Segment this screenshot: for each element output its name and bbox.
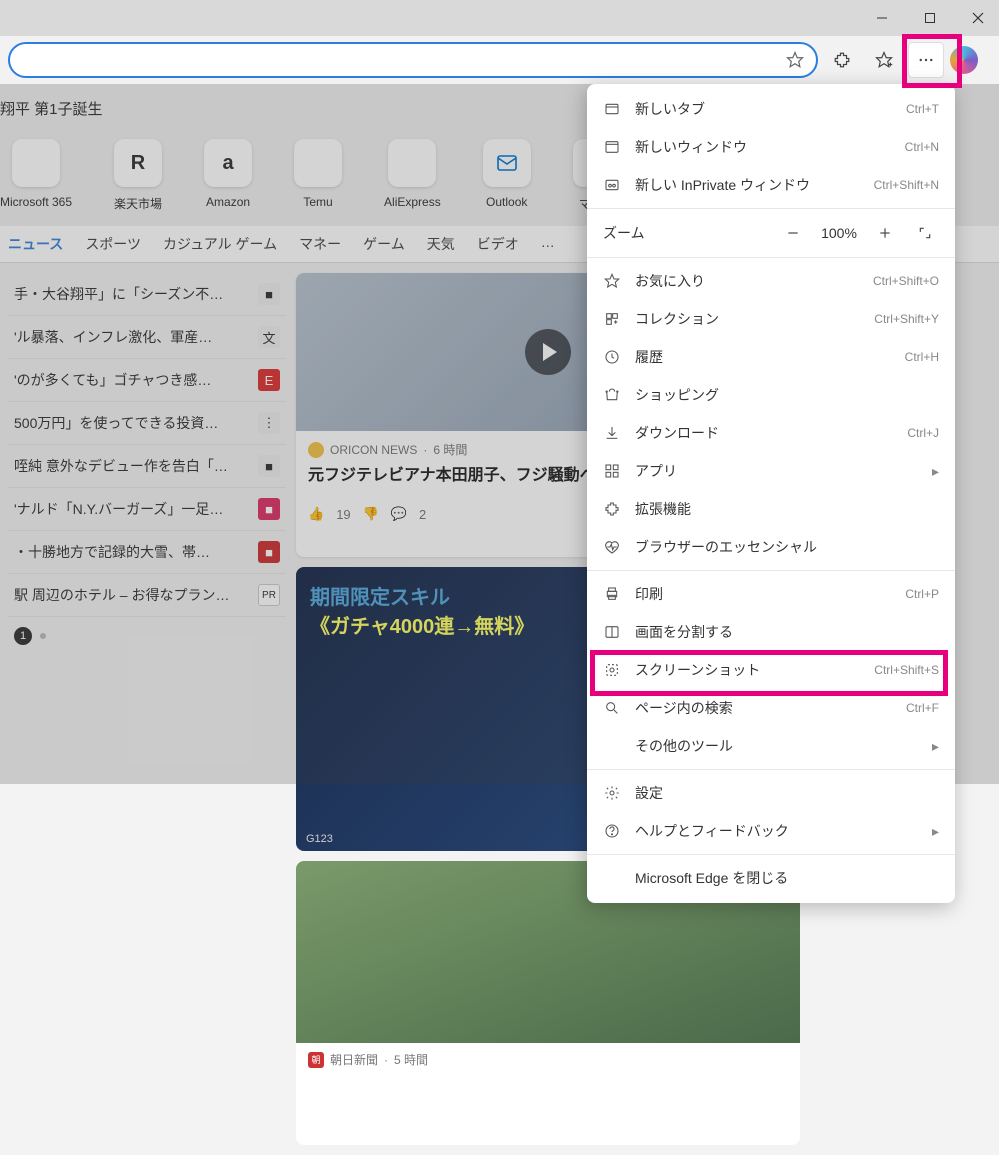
menu-label: 拡張機能 bbox=[635, 499, 691, 519]
menu-help[interactable]: ヘルプとフィードバック ▸ bbox=[587, 812, 955, 850]
menu-shortcut: Ctrl+Shift+O bbox=[873, 274, 939, 288]
source-name: 朝日新聞 bbox=[330, 1051, 378, 1068]
blank-icon bbox=[603, 737, 621, 755]
menu-label: コレクション bbox=[635, 309, 719, 329]
gear-icon bbox=[603, 784, 621, 802]
menu-collections[interactable]: コレクション Ctrl+Shift+Y bbox=[587, 300, 955, 338]
menu-apps[interactable]: アプリ ▸ bbox=[587, 452, 955, 490]
menu-label: アプリ bbox=[635, 461, 677, 481]
menu-favorites[interactable]: お気に入り Ctrl+Shift+O bbox=[587, 262, 955, 300]
menu-new-window[interactable]: 新しいウィンドウ Ctrl+N bbox=[587, 128, 955, 166]
menu-label: 画面を分割する bbox=[635, 622, 733, 642]
menu-separator bbox=[587, 854, 955, 855]
menu-label: Microsoft Edge を閉じる bbox=[635, 868, 788, 888]
menu-shortcut: Ctrl+F bbox=[906, 701, 939, 715]
print-icon bbox=[603, 585, 621, 603]
toolbar bbox=[0, 36, 999, 84]
menu-label: 履歴 bbox=[635, 347, 663, 367]
menu-shopping[interactable]: ショッピング bbox=[587, 376, 955, 414]
collections-icon bbox=[603, 310, 621, 328]
star-icon bbox=[603, 272, 621, 290]
card-age: 5 時間 bbox=[394, 1051, 428, 1068]
menu-label: ショッピング bbox=[635, 385, 719, 405]
annotation-highlight-more bbox=[902, 34, 962, 88]
menu-extensions[interactable]: 拡張機能 bbox=[587, 490, 955, 528]
menu-shortcut: Ctrl+H bbox=[905, 350, 939, 364]
menu-downloads[interactable]: ダウンロード Ctrl+J bbox=[587, 414, 955, 452]
shopping-icon bbox=[603, 386, 621, 404]
asahi-icon: 朝 bbox=[308, 1052, 324, 1068]
menu-history[interactable]: 履歴 Ctrl+H bbox=[587, 338, 955, 376]
menu-label: ダウンロード bbox=[635, 423, 719, 443]
zoom-label: ズーム bbox=[603, 223, 645, 243]
menu-label: ブラウザーのエッセンシャル bbox=[635, 537, 817, 557]
favorite-star-icon[interactable] bbox=[786, 51, 804, 69]
annotation-highlight-settings bbox=[590, 650, 948, 696]
menu-shortcut: Ctrl+N bbox=[905, 140, 939, 154]
menu-label: ページ内の検索 bbox=[635, 698, 733, 718]
history-icon bbox=[603, 348, 621, 366]
address-bar[interactable] bbox=[8, 42, 818, 78]
blank-icon bbox=[603, 869, 621, 887]
favorites-toolbar-icon[interactable] bbox=[866, 42, 902, 78]
menu-close-edge[interactable]: Microsoft Edge を閉じる bbox=[587, 859, 955, 897]
menu-new-inprivate[interactable]: 新しい InPrivate ウィンドウ Ctrl+Shift+N bbox=[587, 166, 955, 204]
new-tab-icon bbox=[603, 100, 621, 118]
chevron-right-icon: ▸ bbox=[932, 823, 939, 840]
search-icon bbox=[603, 699, 621, 717]
heart-pulse-icon bbox=[603, 538, 621, 556]
menu-shortcut: Ctrl+J bbox=[907, 426, 939, 440]
split-icon bbox=[603, 623, 621, 641]
menu-shortcut: Ctrl+Shift+N bbox=[874, 178, 939, 192]
extensions-icon[interactable] bbox=[824, 42, 860, 78]
close-window-button[interactable] bbox=[963, 3, 993, 33]
menu-separator bbox=[587, 208, 955, 209]
puzzle-icon bbox=[603, 500, 621, 518]
menu-label: 印刷 bbox=[635, 584, 663, 604]
inprivate-icon bbox=[603, 176, 621, 194]
menu-essentials[interactable]: ブラウザーのエッセンシャル bbox=[587, 528, 955, 566]
menu-label: 新しい InPrivate ウィンドウ bbox=[635, 175, 810, 195]
minimize-button[interactable] bbox=[867, 3, 897, 33]
maximize-button[interactable] bbox=[915, 3, 945, 33]
zoom-in-button[interactable] bbox=[871, 219, 899, 247]
menu-shortcut: Ctrl+Shift+Y bbox=[874, 312, 939, 326]
menu-zoom: ズーム 100% bbox=[587, 213, 955, 253]
menu-shortcut: Ctrl+P bbox=[905, 587, 939, 601]
menu-label: その他のツール bbox=[635, 736, 733, 756]
help-icon bbox=[603, 822, 621, 840]
window-titlebar bbox=[0, 0, 999, 36]
new-window-icon bbox=[603, 138, 621, 156]
menu-print[interactable]: 印刷 Ctrl+P bbox=[587, 575, 955, 613]
zoom-percent: 100% bbox=[819, 225, 859, 241]
ad-footer: G123 bbox=[306, 833, 333, 845]
menu-separator bbox=[587, 257, 955, 258]
apps-icon bbox=[603, 462, 621, 480]
wide-source: 朝朝日新聞·5 時間 bbox=[296, 1043, 800, 1076]
news-card-wide[interactable]: 朝朝日新聞·5 時間 bbox=[296, 861, 800, 1145]
menu-settings[interactable]: 設定 bbox=[587, 774, 955, 812]
menu-label: 設定 bbox=[635, 783, 663, 803]
menu-separator bbox=[587, 769, 955, 770]
chevron-right-icon: ▸ bbox=[932, 738, 939, 755]
menu-label: お気に入り bbox=[635, 271, 705, 291]
menu-more-tools[interactable]: その他のツール ▸ bbox=[587, 727, 955, 765]
menu-label: 新しいウィンドウ bbox=[635, 137, 747, 157]
menu-shortcut: Ctrl+T bbox=[906, 102, 939, 116]
zoom-out-button[interactable] bbox=[779, 219, 807, 247]
menu-label: 新しいタブ bbox=[635, 99, 705, 119]
download-icon bbox=[603, 424, 621, 442]
menu-separator bbox=[587, 570, 955, 571]
menu-label: ヘルプとフィードバック bbox=[635, 821, 789, 841]
menu-split-screen[interactable]: 画面を分割する bbox=[587, 613, 955, 651]
fullscreen-button[interactable] bbox=[911, 219, 939, 247]
chevron-right-icon: ▸ bbox=[932, 463, 939, 480]
settings-menu: 新しいタブ Ctrl+T 新しいウィンドウ Ctrl+N 新しい InPriva… bbox=[587, 84, 955, 903]
menu-new-tab[interactable]: 新しいタブ Ctrl+T bbox=[587, 90, 955, 128]
